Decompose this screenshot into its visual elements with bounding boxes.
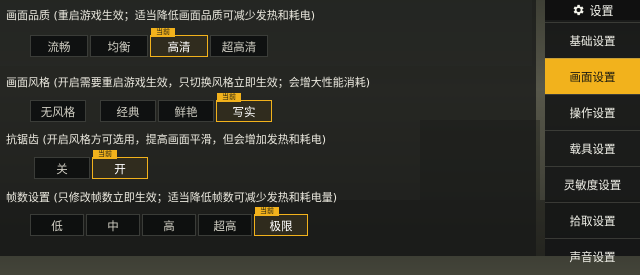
anti-aliasing-on[interactable]: 当前 开 <box>92 150 148 179</box>
section-frame-rate: 帧数设置 (只修改帧数立即生效；适当降低帧数可减少发热和耗电量) 低 中 高 超… <box>6 184 532 256</box>
fps-option-low[interactable]: 低 <box>30 214 84 236</box>
current-badge: 当前 <box>255 207 279 216</box>
fps-option-high[interactable]: 高 <box>142 214 196 236</box>
fps-option-ultra[interactable]: 超高 <box>198 214 252 236</box>
current-badge: 当前 <box>93 150 117 159</box>
sidebar-item-sensitivity[interactable]: 灵敏度设置 <box>545 166 640 202</box>
anti-aliasing-title: 抗锯齿 (开启风格方可选用，提高画面平滑，但会增加发热和耗电) <box>6 133 327 146</box>
section-anti-aliasing: 抗锯齿 (开启风格方可选用，提高画面平滑，但会增加发热和耗电) 关 当前 开 <box>6 126 532 184</box>
settings-header: 设置 <box>545 0 640 20</box>
graphics-style-title: 画面风格 (开启需要重启游戏生效，只切换风格立即生效；会增大性能消耗) <box>6 76 371 89</box>
sidebar-item-basic[interactable]: 基础设置 <box>545 22 640 58</box>
graphics-settings-panel: 画面品质 (重启游戏生效；适当降低画面品质可减少发热和耗电) 流畅 均衡 当前 … <box>0 0 536 256</box>
sidebar-item-controls[interactable]: 操作设置 <box>545 94 640 130</box>
anti-aliasing-off[interactable]: 关 <box>34 157 90 179</box>
style-option-realistic[interactable]: 当前 写实 <box>216 93 272 122</box>
current-badge: 当前 <box>217 93 241 102</box>
quality-option-balanced[interactable]: 均衡 <box>90 35 148 57</box>
quality-option-uhd[interactable]: 超高清 <box>210 35 268 57</box>
style-option-vivid[interactable]: 鲜艳 <box>158 100 214 122</box>
quality-option-smooth[interactable]: 流畅 <box>30 35 88 57</box>
settings-header-label: 设置 <box>589 3 614 18</box>
sidebar-item-vehicle[interactable]: 载具设置 <box>545 130 640 166</box>
fps-option-extreme[interactable]: 当前 极限 <box>254 207 308 236</box>
settings-sidebar: 设置 基础设置 画面设置 操作设置 载具设置 灵敏度设置 拾取设置 声音设置 <box>545 0 640 264</box>
current-badge: 当前 <box>151 28 175 37</box>
frame-rate-title: 帧数设置 (只修改帧数立即生效；适当降低帧数可减少发热和耗电量) <box>6 191 338 204</box>
sidebar-item-sound[interactable]: 声音设置 <box>545 238 640 274</box>
gear-icon <box>574 4 585 16</box>
section-graphics-style: 画面风格 (开启需要重启游戏生效，只切换风格立即生效；会增大性能消耗) 无风格 … <box>6 70 532 126</box>
sidebar-item-graphics[interactable]: 画面设置 <box>545 58 640 94</box>
fps-option-medium[interactable]: 中 <box>86 214 140 236</box>
quality-option-hd[interactable]: 当前 高清 <box>150 28 208 57</box>
style-option-classic[interactable]: 经典 <box>100 100 156 122</box>
style-option-none[interactable]: 无风格 <box>30 100 86 122</box>
graphics-quality-title: 画面品质 (重启游戏生效；适当降低画面品质可减少发热和耗电) <box>6 9 316 22</box>
sidebar-item-pickup[interactable]: 拾取设置 <box>545 202 640 238</box>
section-graphics-quality: 画面品质 (重启游戏生效；适当降低画面品质可减少发热和耗电) 流畅 均衡 当前 … <box>0 0 532 66</box>
